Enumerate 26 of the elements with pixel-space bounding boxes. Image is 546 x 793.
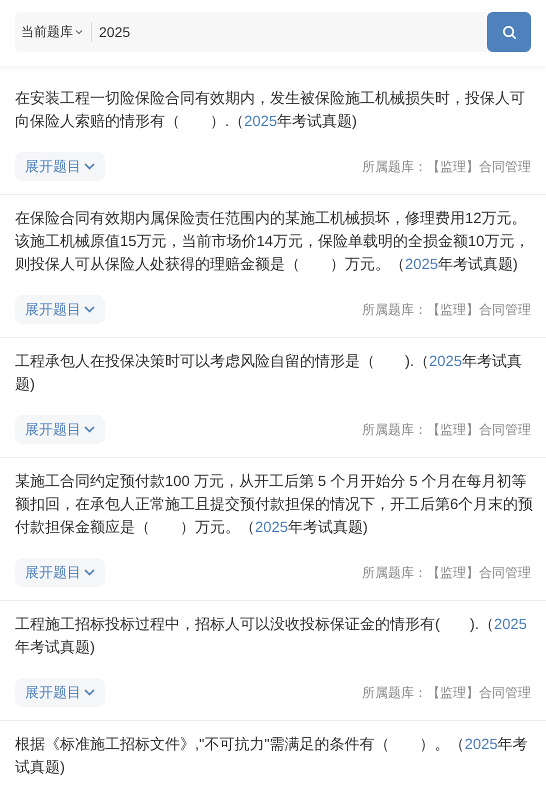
scope-dropdown[interactable]: 当前题库	[15, 12, 91, 52]
question-bank-label: 所属题库：【监理】合同管理	[362, 684, 531, 702]
question-bank-label: 所属题库：【监理】合同管理	[362, 158, 531, 176]
chevron-down-icon	[84, 426, 95, 433]
question-text[interactable]: 工程施工招标投标过程中，招标人可以没收投标保证金的情形有( ).（2025 年考试真题)	[15, 614, 534, 660]
expand-button[interactable]: 展开题目	[15, 295, 105, 324]
caret-icon	[75, 29, 83, 35]
chevron-down-icon	[84, 689, 95, 696]
expand-button[interactable]: 展开题目	[15, 558, 105, 587]
question-bank-label: 所属题库：【监理】合同管理	[362, 300, 531, 319]
question-text[interactable]: 工程承包人在投保决策时可以考虑风险自留的情形是（ ).（2025年考试真题)	[15, 351, 534, 397]
question-bank-label: 所属题库：【监理】合同管理	[362, 420, 531, 439]
question-text[interactable]: 在安装工程一切险保险合同有效期内，发生被保险施工机械损失时，投保人可向保险人索赔的情形有（ ）.（2025年考试真题)	[15, 88, 534, 134]
question-bank-label: 所属题库：【监理】合同管理	[362, 564, 531, 582]
expand-button[interactable]: 展开题目	[15, 415, 105, 444]
expand-button[interactable]: 展开题目	[15, 152, 105, 181]
search-button[interactable]	[487, 12, 531, 52]
expand-button[interactable]: 展开题目	[15, 678, 105, 707]
chevron-down-icon	[84, 163, 95, 170]
chevron-down-icon	[84, 569, 95, 576]
search-field[interactable]: 2025	[92, 12, 487, 52]
search-icon	[502, 24, 516, 40]
question-text[interactable]: 某施工合同约定预付款100 万元，从开工后第 5 个月开始分 5 个月在每月初等额扣回，在承包人正常施工且提交预付款担保的情况下，开工后第6个月末的预付款担保金额应是（ ）万元。（2025年考试真题)	[15, 471, 534, 540]
chevron-down-icon	[84, 306, 95, 313]
question-text[interactable]: 在保险合同有效期内属保险责任范围内的某施工机械损坏，修理费用12万元。该施工机械原值15万元，当前市场价14万元，保险单载明的全损金额10万元，则投保人可从保险人处获得的理赔金额是（ ）万元。（2025年考试真题)	[15, 208, 534, 277]
question-text[interactable]: 根据《标准施工招标文件》,"不可抗力"需满足的条件有（ ）。（2025年考试真题)	[15, 734, 534, 780]
